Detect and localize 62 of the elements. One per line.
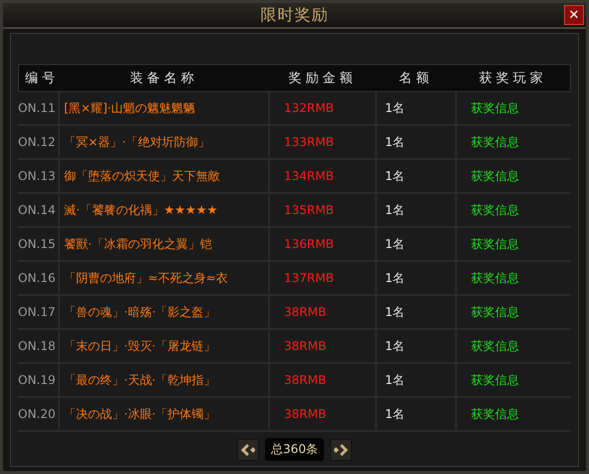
table-cell: 1名 (375, 228, 455, 260)
table-cell: 「最の终」·天战·「乾坤指」 (58, 364, 268, 396)
table-cell-text: ON.15 (18, 236, 57, 253)
table-cell: 「末の日」·毁灭·「屠龙链」 (58, 330, 268, 362)
column-header: 装备名称 (129, 70, 199, 88)
table-cell: 135RMB (268, 194, 375, 226)
table-cell-text: ON.19 (18, 372, 57, 389)
table-cell: 「决の战」·冰眼·「护体镯」 (58, 398, 268, 430)
table-cell: 38RMB (268, 398, 375, 430)
link[interactable]: 获奖信息 (455, 296, 571, 328)
table-cell: 133RMB (268, 126, 375, 158)
column-header: 编号 (24, 70, 59, 88)
chevron-right-icon (334, 444, 348, 456)
column-header: 奖励金额 (288, 70, 358, 88)
link[interactable]: 获奖信息 (455, 398, 571, 430)
table-cell: 1名 (375, 92, 455, 124)
column-header: 获奖玩家 (478, 70, 548, 88)
table-cell: 1名 (375, 160, 455, 192)
link[interactable]: 获奖信息 (455, 262, 571, 294)
table-cell-text: ON.17 (18, 304, 57, 321)
table-cell: 御「堕落の炽天使」天下無敵 (58, 160, 268, 192)
link[interactable]: 获奖信息 (455, 228, 571, 260)
table-cell: 132RMB (268, 92, 375, 124)
table-cell-text: ON.14 (18, 202, 57, 219)
table-cell-text: ON.13 (18, 168, 57, 185)
table-cell: 1名 (375, 296, 455, 328)
table-cell: 饕獸·「冰霜の羽化之翼」铠 (58, 228, 268, 260)
table-cell: 1名 (375, 194, 455, 226)
table-cell: 137RMB (268, 262, 375, 294)
total-count: 总360条 (265, 438, 324, 461)
link[interactable]: 获奖信息 (455, 364, 571, 396)
window-title: 限时奖励 (260, 4, 328, 26)
table-cell-text: ON.11 (18, 100, 57, 117)
table-cell: 136RMB (268, 228, 375, 260)
table-cell: 38RMB (268, 330, 375, 362)
link[interactable]: 获奖信息 (455, 126, 571, 158)
table-cell-text: ON.16 (18, 270, 57, 287)
table-cell: 1名 (375, 330, 455, 362)
link[interactable]: 获奖信息 (455, 330, 571, 362)
table-cell: 134RMB (268, 160, 375, 192)
previous-page-button[interactable] (237, 438, 260, 460)
table-cell-text: ON.12 (18, 134, 57, 151)
next-page-button[interactable] (330, 438, 352, 460)
table-cell: 滅·「饕餮の化禑」★★★★★ (58, 194, 268, 226)
table-cell: 1名 (375, 364, 455, 396)
table-cell: 「阴曹の地府」≈不死之身≈衣 (58, 262, 268, 294)
table-cell: 1名 (375, 262, 455, 294)
table-cell: [黑×耀]·山魈の魑魅魍魉 (58, 92, 268, 124)
table-cell: 「兽の魂」·暗殇·「影之盔」 (58, 296, 268, 328)
table-cell: 1名 (375, 398, 455, 430)
column-header: 名额 (398, 70, 434, 88)
link[interactable]: 获奖信息 (455, 92, 571, 124)
chevron-left-icon (241, 444, 256, 456)
link[interactable]: 获奖信息 (455, 160, 571, 192)
close-button[interactable]: ✕ (564, 5, 584, 25)
link[interactable]: 获奖信息 (455, 194, 571, 226)
table-cell: 「冥×器」·「绝对圻防御」 (58, 126, 268, 158)
table-cell-text: ON.18 (18, 338, 57, 355)
table-cell: 38RMB (268, 364, 375, 396)
table-cell: 38RMB (268, 296, 375, 328)
table-cell: 1名 (375, 126, 455, 158)
table-cell-text: ON.20 (18, 406, 57, 423)
